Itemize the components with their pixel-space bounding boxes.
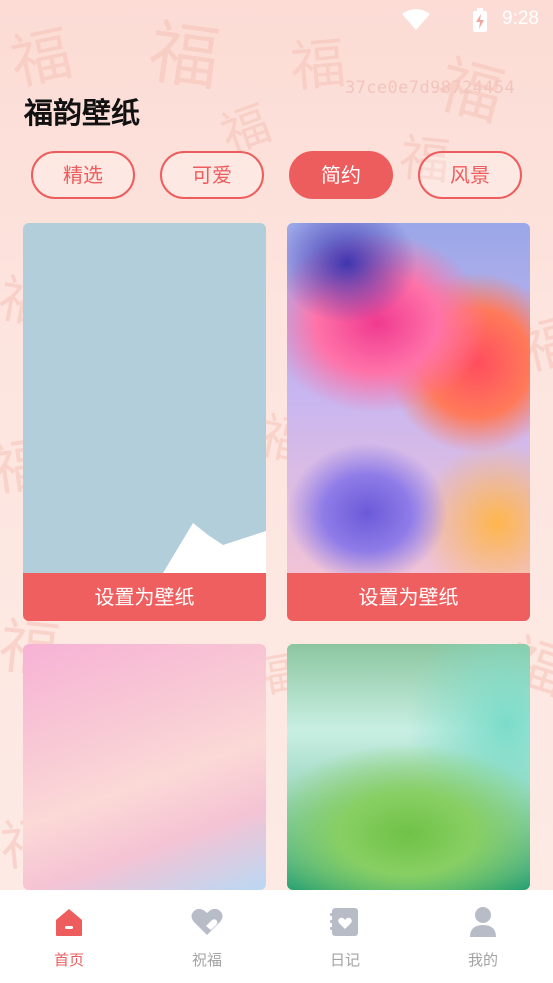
wallpaper-card[interactable]: 设置为壁纸: [23, 223, 266, 621]
nav-label: 祝福: [191, 951, 222, 969]
tab-keai[interactable]: 可爱: [160, 151, 264, 199]
wallpaper-card[interactable]: [287, 644, 530, 890]
wallpaper-thumbnail[interactable]: [287, 223, 530, 573]
battery-charging-icon: [473, 8, 487, 32]
bottom-navigation: 首页 祝福 日记 我的: [0, 890, 553, 983]
nav-item-mine[interactable]: 我的: [414, 890, 552, 983]
tab-jianyue[interactable]: 简约: [289, 151, 393, 199]
heart-icon: [191, 908, 223, 935]
wifi-icon: [402, 9, 430, 30]
status-bar: 9:28: [0, 0, 553, 40]
set-as-wallpaper-button[interactable]: 设置为壁纸: [287, 573, 530, 621]
nav-item-home[interactable]: 首页: [0, 890, 138, 983]
wallpaper-card[interactable]: 设置为壁纸: [287, 223, 530, 621]
tab-jingxuan[interactable]: 精选: [31, 151, 135, 199]
home-icon: [56, 909, 82, 936]
category-tabs: 精选 可爱 简约 风景: [0, 151, 553, 199]
wallpaper-thumbnail[interactable]: [23, 644, 266, 890]
status-time: 9:28: [502, 8, 539, 29]
diary-icon: [330, 908, 358, 936]
wallpaper-card[interactable]: [23, 644, 266, 890]
nav-item-diary[interactable]: 日记: [276, 890, 414, 983]
device-id-text: 37ce0e7d98724454: [345, 78, 516, 98]
nav-label: 首页: [53, 951, 84, 969]
nav-label: 我的: [467, 951, 498, 969]
nav-item-blessing[interactable]: 祝福: [138, 890, 276, 983]
set-as-wallpaper-button[interactable]: 设置为壁纸: [23, 573, 266, 621]
wallpaper-thumbnail[interactable]: [287, 644, 530, 890]
wallpaper-thumbnail[interactable]: [23, 223, 266, 573]
tab-fengjing[interactable]: 风景: [418, 151, 522, 199]
nav-label: 日记: [329, 951, 360, 969]
page-title: 福韵壁纸: [24, 96, 141, 130]
user-icon: [470, 907, 496, 937]
